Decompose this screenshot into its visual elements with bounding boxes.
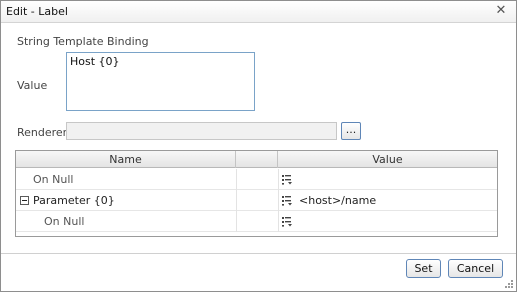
table-row[interactable]: Parameter {0} <host>/name [16, 190, 497, 211]
edit-label-dialog: Edit - Label ✕ String Template Binding V… [0, 0, 517, 292]
window-title: Edit - Label [6, 5, 68, 18]
value-input[interactable]: Host {0} [66, 52, 255, 111]
resize-grip-icon[interactable] [505, 280, 514, 289]
row-name: On Null [33, 173, 74, 186]
list-icon[interactable] [282, 216, 293, 227]
close-icon[interactable]: ✕ [494, 3, 508, 19]
column-divider [236, 190, 237, 211]
column-header-value[interactable]: Value [278, 151, 497, 168]
title-bar[interactable]: Edit - Label ✕ [1, 1, 516, 23]
row-name: Parameter {0} [33, 194, 115, 207]
list-icon[interactable] [282, 174, 293, 185]
column-header-name[interactable]: Name [16, 151, 236, 168]
column-divider [278, 190, 279, 211]
column-divider [278, 169, 279, 190]
value-label: Value [17, 79, 48, 92]
parameters-grid: Name Value On Null Parameter {0} <host>/… [15, 150, 498, 237]
row-name: On Null [44, 215, 85, 228]
renderer-field [66, 122, 337, 140]
table-row[interactable]: On Null [16, 169, 497, 190]
grid-header: Name Value [16, 151, 497, 168]
cancel-button[interactable]: Cancel [448, 259, 503, 278]
list-icon[interactable] [282, 195, 293, 206]
footer-divider [1, 253, 516, 254]
row-value: <host>/name [299, 194, 377, 207]
browse-button[interactable]: ... [341, 122, 361, 140]
collapse-icon[interactable] [20, 196, 29, 205]
column-divider [236, 211, 237, 232]
column-divider [236, 169, 237, 190]
section-title: String Template Binding [17, 35, 149, 48]
set-button[interactable]: Set [406, 259, 441, 278]
renderer-label: Renderer [17, 126, 68, 139]
column-header-spacer [236, 151, 278, 168]
table-row[interactable]: On Null [16, 211, 497, 232]
column-divider [278, 211, 279, 232]
